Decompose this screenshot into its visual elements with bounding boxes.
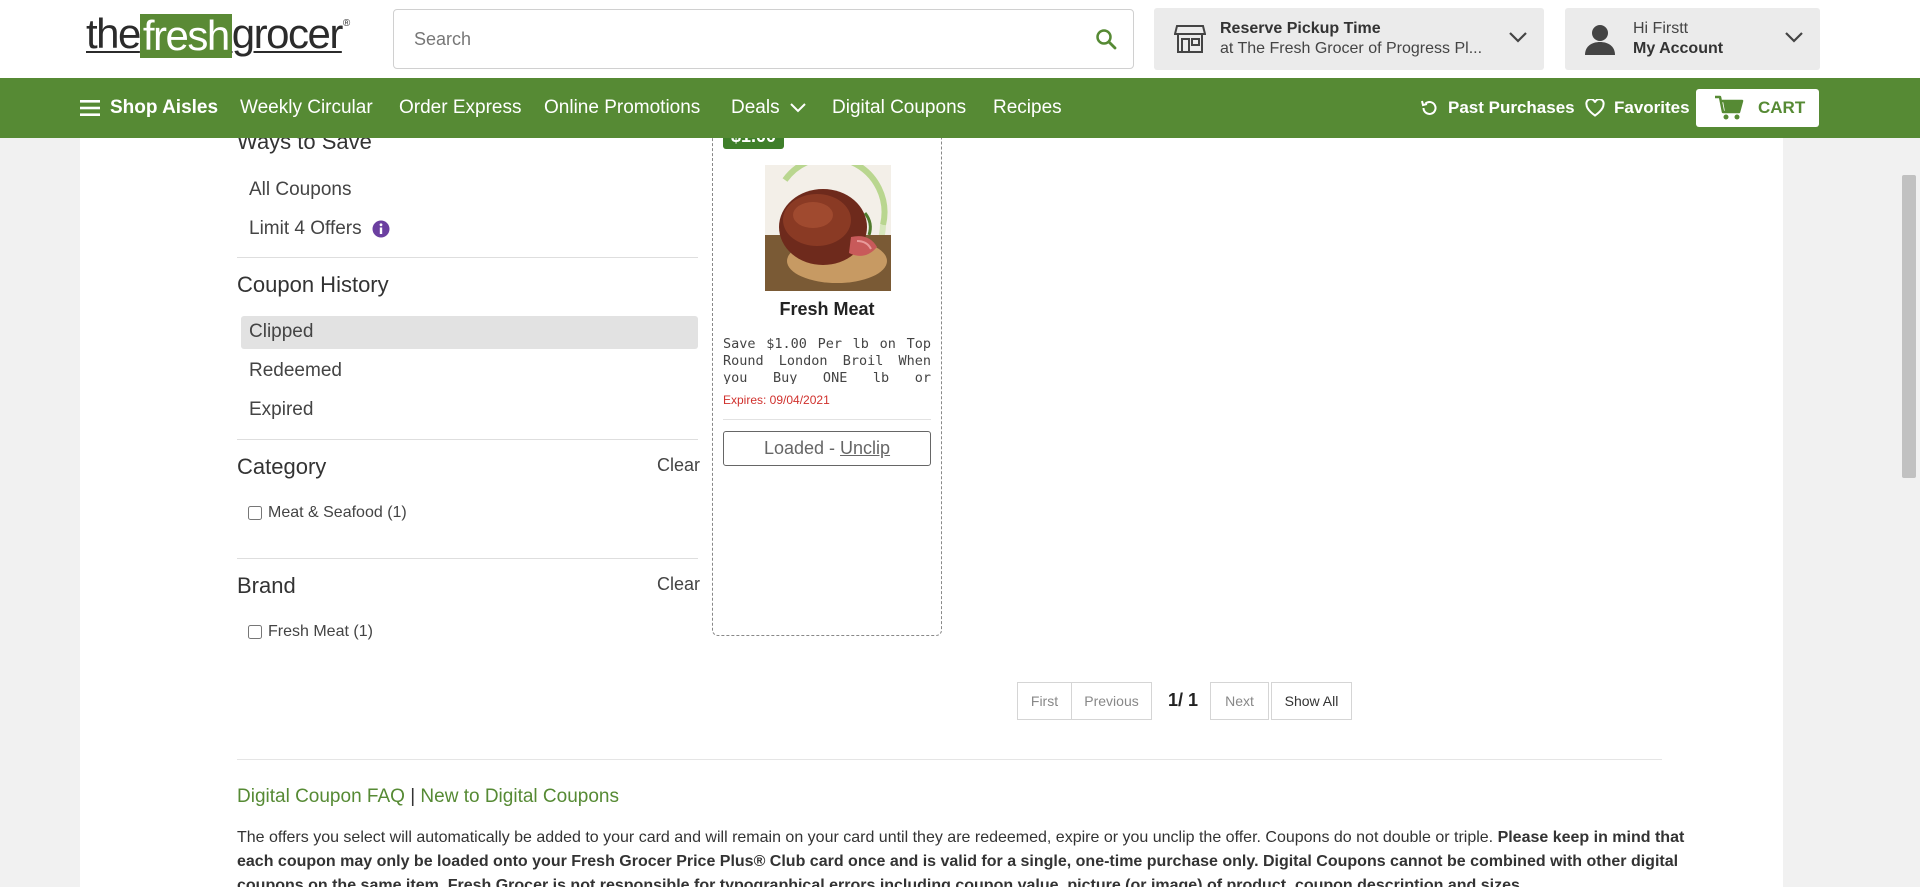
coupon-loaded-button: Loaded - Unclip (723, 431, 931, 466)
nav-deals-label: Deals (731, 97, 780, 118)
category-checkbox[interactable] (248, 506, 262, 520)
reserve-pickup-button[interactable]: Reserve Pickup Time at The Fresh Grocer … (1154, 8, 1544, 70)
disclaimer-text: The offers you select will automatically… (237, 829, 1498, 846)
coupon-title[interactable]: Fresh Meat (713, 299, 941, 320)
sidebar-divider (237, 257, 698, 258)
link-separator: | (410, 786, 416, 807)
next-page-button[interactable]: Next (1210, 682, 1269, 720)
filter-clipped[interactable]: Clipped (249, 321, 313, 343)
heart-icon (1585, 99, 1605, 117)
filter-all-coupons[interactable]: All Coupons (249, 179, 351, 201)
chevron-down-icon (1785, 32, 1803, 43)
brand-clear-link[interactable]: Clear (657, 574, 700, 595)
digital-coupon-faq-link[interactable]: Digital Coupon FAQ (237, 786, 405, 807)
cart-button[interactable]: CART (1696, 89, 1819, 127)
filter-expired[interactable]: Expired (249, 399, 313, 421)
category-option[interactable]: Meat & Seafood (1) (248, 504, 407, 522)
coupon-history-heading: Coupon History (237, 272, 389, 297)
coupon-expiration: Expires: 09/04/2021 (723, 393, 830, 407)
chevron-down-icon (789, 103, 806, 113)
hamburger-menu-icon (80, 100, 100, 116)
brand-option[interactable]: Fresh Meat (1) (248, 623, 373, 641)
top-header: thefreshgrocer® Reserve Pickup Time at T… (0, 0, 1920, 78)
shop-aisles-button[interactable]: Shop Aisles (80, 78, 218, 138)
pickup-store: at The Fresh Grocer of Progress Pl... (1220, 40, 1483, 57)
nav-online-promotions[interactable]: Online Promotions (544, 78, 700, 138)
previous-page-button[interactable]: Previous (1071, 682, 1152, 720)
logo-text-fresh: fresh (139, 14, 232, 58)
first-page-button[interactable]: First (1017, 682, 1072, 720)
nav-order-express[interactable]: Order Express (399, 78, 521, 138)
cart-label: CART (1758, 98, 1806, 117)
new-to-digital-coupons-link[interactable]: New to Digital Coupons (420, 786, 619, 807)
info-icon[interactable] (372, 220, 390, 238)
coupon-divider (723, 419, 931, 420)
page-scrollbar-thumb[interactable] (1902, 175, 1916, 478)
unclip-link[interactable]: Unclip (840, 438, 890, 459)
filter-limit-4-offers-label: Limit 4 Offers (249, 218, 362, 239)
category-clear-link[interactable]: Clear (657, 455, 700, 476)
filter-limit-4-offers[interactable]: Limit 4 Offers (249, 218, 390, 240)
show-all-button[interactable]: Show All (1271, 682, 1352, 720)
nav-deals[interactable]: Deals (731, 78, 806, 138)
past-purchases-label: Past Purchases (1448, 98, 1575, 117)
logo-registered-mark: ® (342, 18, 350, 29)
store-icon (1174, 25, 1206, 53)
account-menu-button[interactable]: Hi Firstt My Account (1565, 8, 1820, 70)
filter-redeemed[interactable]: Redeemed (249, 360, 342, 382)
brand-option-label: Fresh Meat (1) (268, 623, 373, 640)
search-input[interactable] (394, 10, 1079, 68)
sidebar-divider (237, 439, 698, 440)
coupon-value-badge: $1.00 (723, 138, 785, 149)
category-option-label: Meat & Seafood (1) (268, 504, 407, 521)
user-icon (1585, 25, 1615, 55)
logo-text-grocer: grocer (231, 10, 344, 57)
steak-image[interactable] (765, 165, 891, 291)
coupon-loaded-label: Loaded - (763, 438, 836, 458)
search-button[interactable] (1079, 10, 1133, 68)
coupon-card: $1.00 Fresh Meat Save $1.00 Per lb on To… (712, 138, 942, 636)
chevron-down-icon (1509, 32, 1527, 43)
brand-checkbox[interactable] (248, 625, 262, 639)
coupons-content: Ways to Save All Coupons Limit 4 Offers … (80, 138, 1783, 887)
past-purchases-link[interactable]: Past Purchases (1420, 78, 1575, 138)
content-divider (237, 759, 1662, 760)
pickup-title: Reserve Pickup Time (1220, 20, 1381, 37)
fresh-grocer-logo[interactable]: the fresh grocer ® (86, 10, 350, 58)
nav-digital-coupons[interactable]: Digital Coupons (832, 78, 966, 138)
coupon-disclaimer: The offers you select will automatically… (237, 826, 1707, 887)
account-label: My Account (1633, 40, 1724, 57)
cart-icon (1715, 95, 1744, 120)
favorites-label: Favorites (1614, 98, 1690, 117)
category-heading: Category (237, 454, 327, 479)
shop-aisles-label: Shop Aisles (110, 97, 219, 118)
nav-recipes[interactable]: Recipes (993, 78, 1062, 138)
search-box (393, 9, 1134, 69)
favorites-link[interactable]: Favorites (1585, 78, 1690, 138)
coupon-description: Save $1.00 Per lb on Top Round London Br… (723, 336, 931, 384)
ways-to-save-heading: Ways to Save (237, 138, 372, 154)
logo-text-the: the (86, 10, 141, 57)
history-icon (1421, 100, 1437, 115)
nav-weekly-circular[interactable]: Weekly Circular (240, 78, 373, 138)
main-nav: Shop Aisles Weekly Circular Order Expres… (0, 78, 1920, 138)
faq-links: Digital Coupon FAQ | New to Digital Coup… (237, 786, 619, 808)
page-indicator: 1/ 1 (1168, 690, 1199, 710)
account-greeting: Hi Firstt (1633, 20, 1689, 37)
search-icon (1096, 29, 1117, 50)
brand-heading: Brand (237, 573, 296, 598)
sidebar-divider (237, 558, 698, 559)
